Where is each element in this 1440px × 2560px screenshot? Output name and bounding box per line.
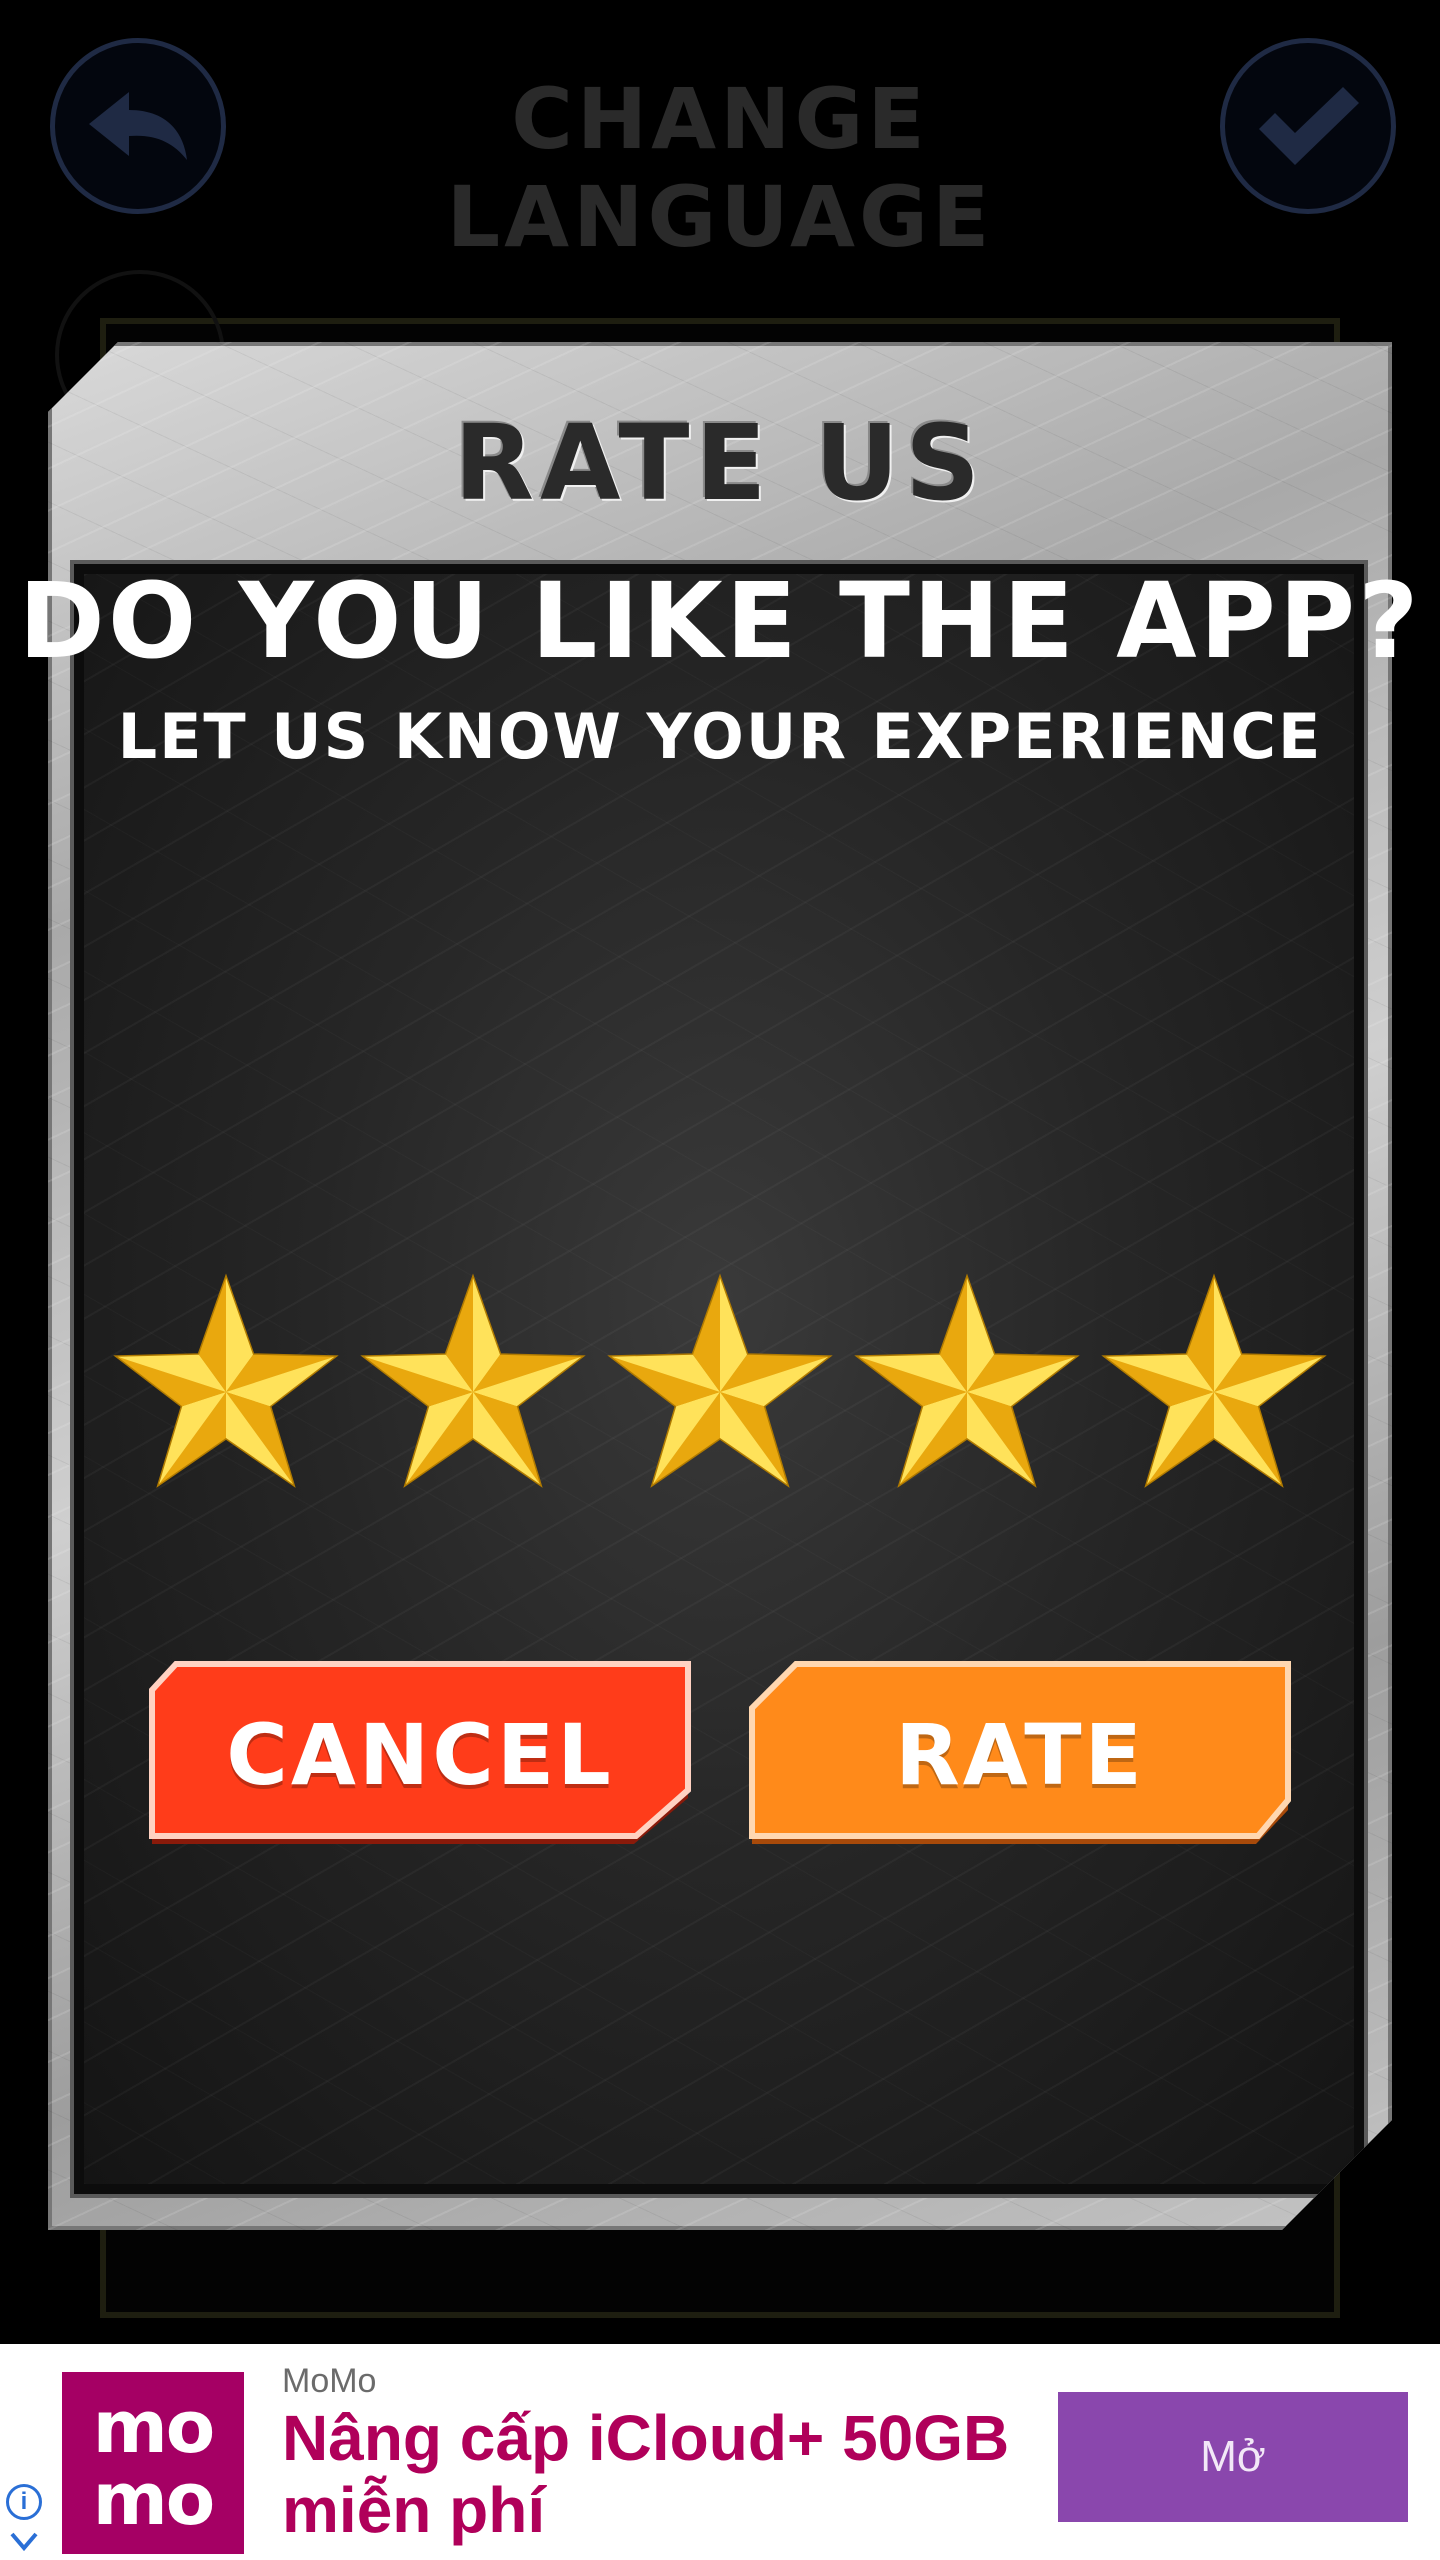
checkmark-icon xyxy=(1259,87,1359,165)
star-icon[interactable] xyxy=(110,1268,342,1500)
back-button[interactable] xyxy=(50,38,226,214)
star-rating[interactable] xyxy=(110,1268,1330,1508)
ad-open-button[interactable]: Mở xyxy=(1058,2392,1408,2522)
dialog-title: RATE US xyxy=(453,402,987,524)
rate-label: RATE xyxy=(895,1706,1145,1804)
top-bar: CHANGE LANGUAGE xyxy=(0,0,1440,266)
rate-button[interactable]: RATE xyxy=(742,1660,1298,1850)
ad-brand: MoMo xyxy=(282,2362,377,2400)
subtitle-text: LET US KNOW YOUR EXPERIENCE xyxy=(117,700,1323,773)
chevron-down-icon[interactable] xyxy=(8,2528,40,2556)
momo-logo: mo mo xyxy=(62,2372,244,2554)
question-text: DO YOU LIKE THE APP? xyxy=(18,560,1422,682)
star-icon[interactable] xyxy=(851,1268,1083,1500)
confirm-button[interactable] xyxy=(1220,38,1396,214)
ad-banner[interactable]: mo mo MoMo Nâng cấp iCloud+ 50GB miễn ph… xyxy=(0,2344,1440,2560)
cancel-label: CANCEL xyxy=(226,1706,614,1804)
star-icon[interactable] xyxy=(357,1268,589,1500)
back-arrow-icon xyxy=(89,92,187,160)
star-icon[interactable] xyxy=(1098,1268,1330,1500)
cancel-button[interactable]: CANCEL xyxy=(142,1660,698,1850)
page-title: CHANGE LANGUAGE xyxy=(446,70,994,266)
info-icon[interactable]: i xyxy=(6,2484,42,2520)
star-icon[interactable] xyxy=(604,1268,836,1500)
logo-line-1: mo xyxy=(92,2385,215,2469)
logo-line-2: mo xyxy=(92,2457,215,2541)
ad-headline: Nâng cấp iCloud+ 50GB miễn phí xyxy=(282,2402,1010,2546)
